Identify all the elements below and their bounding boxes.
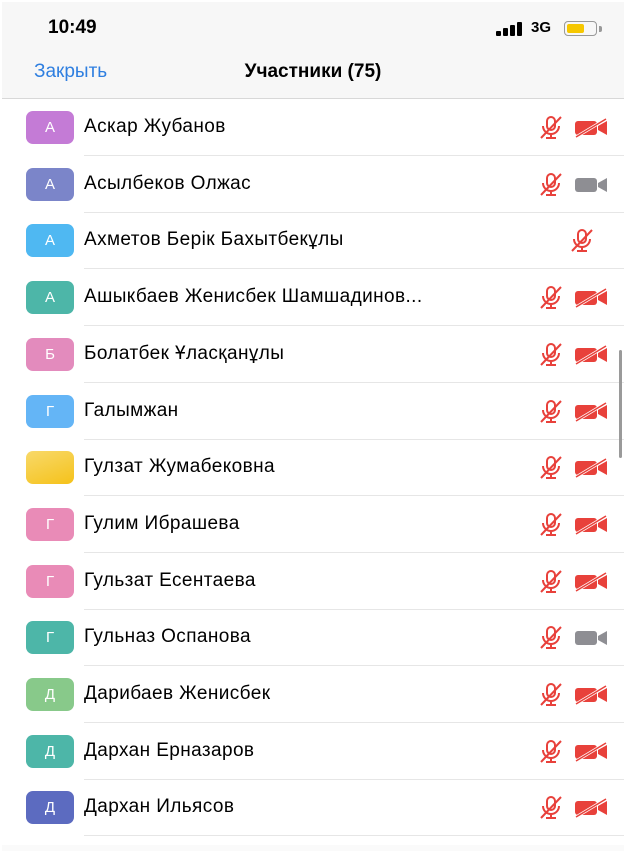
participant-name: Гульназ Оспанова bbox=[84, 626, 251, 648]
page-title: Участники (75) bbox=[244, 61, 382, 82]
participant-row[interactable]: Г Гульзат Есентаева bbox=[2, 553, 624, 610]
mic-muted-icon bbox=[538, 114, 564, 140]
participant-row[interactable]: Д Дархан Ерназаров bbox=[2, 723, 624, 780]
participant-name: Ашыкбаев Женисбек Шамшадинов... bbox=[84, 286, 423, 308]
participant-name: Гулзат Жумабековна bbox=[84, 456, 275, 478]
participant-name: Галымжан bbox=[84, 399, 179, 421]
signal-icon bbox=[496, 22, 526, 36]
bottom-strip bbox=[2, 845, 624, 851]
participant-row[interactable]: Б Болатбек Ұласқанұлы bbox=[2, 326, 624, 383]
mic-muted-icon bbox=[569, 227, 595, 253]
participant-row[interactable]: Д Дарибаев Женисбек bbox=[2, 666, 624, 723]
video-off-icon bbox=[574, 117, 608, 139]
battery-icon bbox=[564, 21, 597, 36]
participant-row[interactable]: Г Гулим Ибрашева bbox=[2, 496, 624, 553]
participant-row[interactable]: А Аскар Жубанов bbox=[2, 99, 624, 156]
avatar: А bbox=[26, 111, 74, 144]
video-off-icon bbox=[574, 798, 608, 819]
app-window: 10:49 3G Закрыть Участники (75) А Аскар Ж… bbox=[2, 2, 624, 851]
nav-bar: Закрыть Участники (75) bbox=[2, 50, 624, 99]
participant-name: Дархан Ильясов bbox=[84, 796, 235, 818]
mic-muted-icon bbox=[538, 341, 564, 367]
participant-name: Дархан Ерназаров bbox=[84, 739, 255, 761]
avatar: Г bbox=[26, 564, 74, 598]
avatar: Б bbox=[26, 337, 74, 371]
mic-muted-icon bbox=[538, 454, 564, 480]
video-on-icon bbox=[574, 175, 608, 195]
mic-muted-icon bbox=[538, 398, 564, 424]
participant-name: Гульзат Есентаева bbox=[84, 569, 256, 591]
row-divider bbox=[84, 835, 624, 837]
avatar: А bbox=[26, 224, 74, 258]
avatar: Г bbox=[26, 621, 74, 655]
mic-muted-icon bbox=[538, 624, 564, 650]
mic-muted-icon bbox=[538, 738, 564, 764]
avatar bbox=[26, 451, 74, 485]
avatar: Г bbox=[26, 394, 74, 428]
video-on-icon bbox=[574, 628, 608, 648]
mic-muted-icon bbox=[538, 511, 564, 537]
battery-tip bbox=[599, 26, 602, 32]
participant-row[interactable]: Г Галымжан bbox=[2, 383, 624, 440]
participant-list[interactable]: А Аскар Жубанов А Асылбеков Олжас А Ахметов Б… bbox=[2, 99, 624, 845]
scrollbar[interactable] bbox=[619, 350, 622, 458]
avatar: А bbox=[26, 167, 74, 201]
participant-name: Болатбек Ұласқанұлы bbox=[84, 342, 285, 364]
mic-muted-icon bbox=[538, 794, 564, 820]
avatar: Г bbox=[26, 507, 74, 541]
video-off-icon bbox=[574, 514, 608, 536]
participant-name: Аскар Жубанов bbox=[84, 116, 226, 137]
video-off-icon bbox=[574, 741, 608, 762]
participant-row[interactable]: Гулзат Жумабековна bbox=[2, 439, 624, 497]
video-off-icon bbox=[574, 287, 608, 309]
participant-name: Асылбеков Олжас bbox=[84, 172, 252, 194]
participant-row[interactable]: А Ашыкбаев Женисбек Шамшадинов... bbox=[2, 269, 624, 327]
participant-row[interactable]: Г Гульназ Оспанова bbox=[2, 609, 624, 667]
video-off-icon bbox=[574, 457, 608, 479]
avatar: А bbox=[26, 281, 74, 315]
participant-row[interactable]: А Ахметов Берік Бахытбекұлы bbox=[2, 212, 624, 270]
mic-muted-icon bbox=[538, 284, 564, 310]
video-off-icon bbox=[574, 401, 608, 422]
mic-muted-icon bbox=[538, 568, 564, 594]
avatar: Д bbox=[26, 791, 74, 825]
avatar: Д bbox=[26, 678, 74, 711]
participant-name: Гулим Ибрашева bbox=[84, 512, 240, 534]
status-time: 10:49 bbox=[48, 17, 97, 38]
participant-name: Ахметов Берік Бахытбекұлы bbox=[84, 229, 344, 251]
video-off-icon bbox=[574, 344, 608, 366]
video-off-icon bbox=[574, 684, 608, 706]
mic-muted-icon bbox=[538, 681, 564, 707]
mic-muted-icon bbox=[538, 171, 564, 197]
status-bar: 10:49 3G bbox=[2, 2, 624, 50]
video-off-icon bbox=[574, 571, 608, 592]
participant-name: Дарибаев Женисбек bbox=[84, 683, 271, 704]
avatar: Д bbox=[26, 734, 74, 768]
network-type: 3G bbox=[531, 19, 552, 36]
participant-row[interactable]: А Асылбеков Олжас bbox=[2, 156, 624, 213]
participant-row[interactable]: Д Дархан Ильясов bbox=[2, 779, 624, 837]
